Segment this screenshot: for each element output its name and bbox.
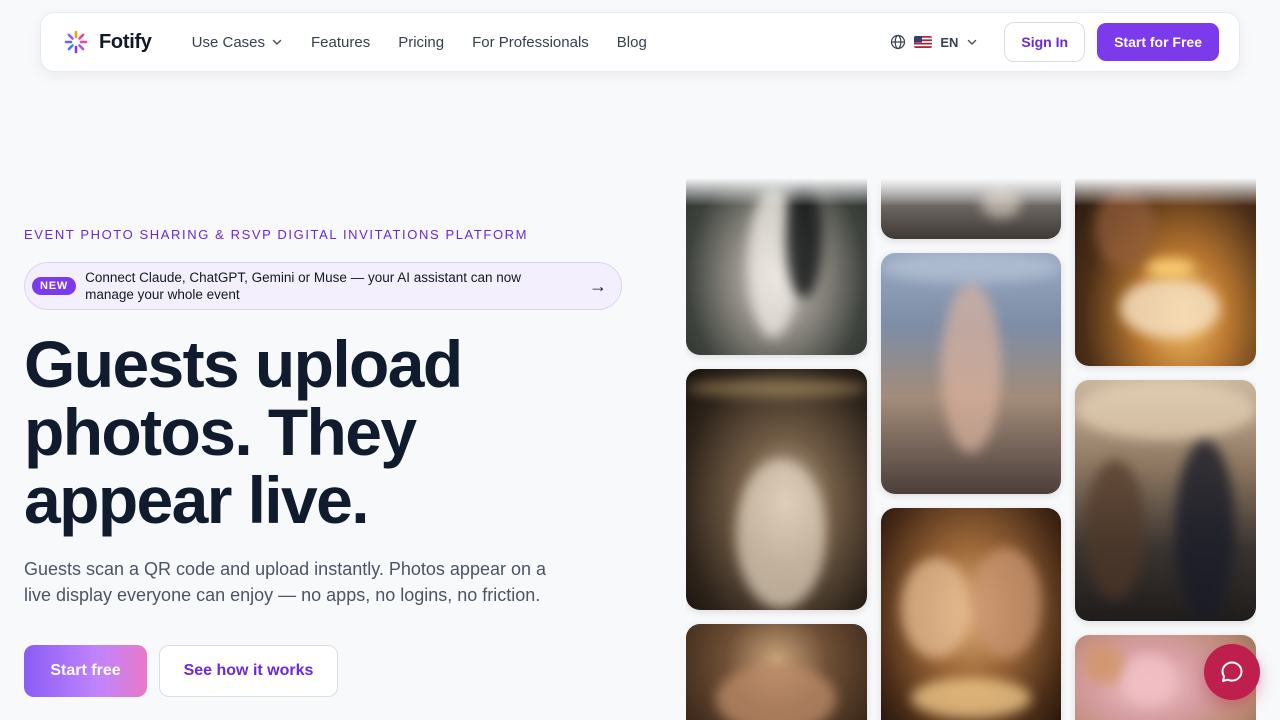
photo-gallery bbox=[686, 178, 1256, 720]
chat-bubble-icon bbox=[1221, 661, 1243, 682]
rooftop-dancer-photo bbox=[881, 253, 1061, 494]
cocktail-party-photo bbox=[1075, 380, 1256, 621]
nav-links: Use Cases Features Pricing For Professio… bbox=[192, 34, 647, 51]
language-selector[interactable]: EN bbox=[890, 34, 978, 50]
top-navbar: Fotify Use Cases Features Pricing For Pr… bbox=[40, 12, 1240, 72]
language-code: EN bbox=[940, 34, 959, 50]
us-flag-icon bbox=[914, 36, 933, 48]
see-how-it-works-button[interactable]: See how it works bbox=[159, 645, 338, 697]
birthday-cake-photo bbox=[1075, 178, 1256, 366]
nav-for-professionals[interactable]: For Professionals bbox=[472, 34, 589, 51]
start-for-free-button[interactable]: Start for Free bbox=[1097, 23, 1219, 61]
announcement-banner[interactable]: NEW Connect Claude, ChatGPT, Gemini or M… bbox=[24, 262, 622, 310]
sign-in-button[interactable]: Sign In bbox=[1004, 22, 1086, 62]
arrow-right-icon: → bbox=[589, 275, 607, 296]
champagne-cheers-photo bbox=[881, 508, 1061, 720]
wedding-kiss-photo bbox=[686, 178, 867, 355]
hero-cta-row: Start free See how it works bbox=[24, 645, 338, 697]
guests-toast-photo bbox=[881, 178, 1061, 239]
hero-subtext: Guests scan a QR code and upload instant… bbox=[24, 559, 546, 605]
nav-actions: EN Sign In Start for Free bbox=[890, 22, 1219, 62]
hero-eyebrow: EVENT PHOTO SHARING & RSVP DIGITAL INVIT… bbox=[24, 227, 529, 242]
start-free-button[interactable]: Start free bbox=[24, 645, 147, 697]
nav-pricing[interactable]: Pricing bbox=[398, 34, 444, 51]
nav-use-cases-label: Use Cases bbox=[191, 33, 265, 51]
bride-dancing-photo bbox=[686, 369, 867, 610]
nav-use-cases[interactable]: Use Cases bbox=[192, 34, 283, 51]
chevron-down-icon bbox=[968, 39, 977, 45]
announcement-text: Connect Claude, ChatGPT, Gemini or Muse … bbox=[85, 270, 522, 302]
brand[interactable]: Fotify bbox=[63, 29, 152, 55]
chat-widget-button[interactable] bbox=[1204, 644, 1260, 700]
nav-blog[interactable]: Blog bbox=[617, 34, 647, 51]
brand-name: Fotify bbox=[99, 30, 152, 53]
fotify-logo-icon bbox=[64, 30, 88, 54]
friends-hug-photo bbox=[686, 624, 867, 720]
hero-headline: Guests upload photos. They appear live. bbox=[24, 327, 463, 537]
new-badge: NEW bbox=[32, 277, 77, 295]
globe-icon bbox=[891, 34, 906, 50]
nav-features[interactable]: Features bbox=[311, 34, 370, 51]
chevron-down-icon bbox=[272, 39, 282, 45]
